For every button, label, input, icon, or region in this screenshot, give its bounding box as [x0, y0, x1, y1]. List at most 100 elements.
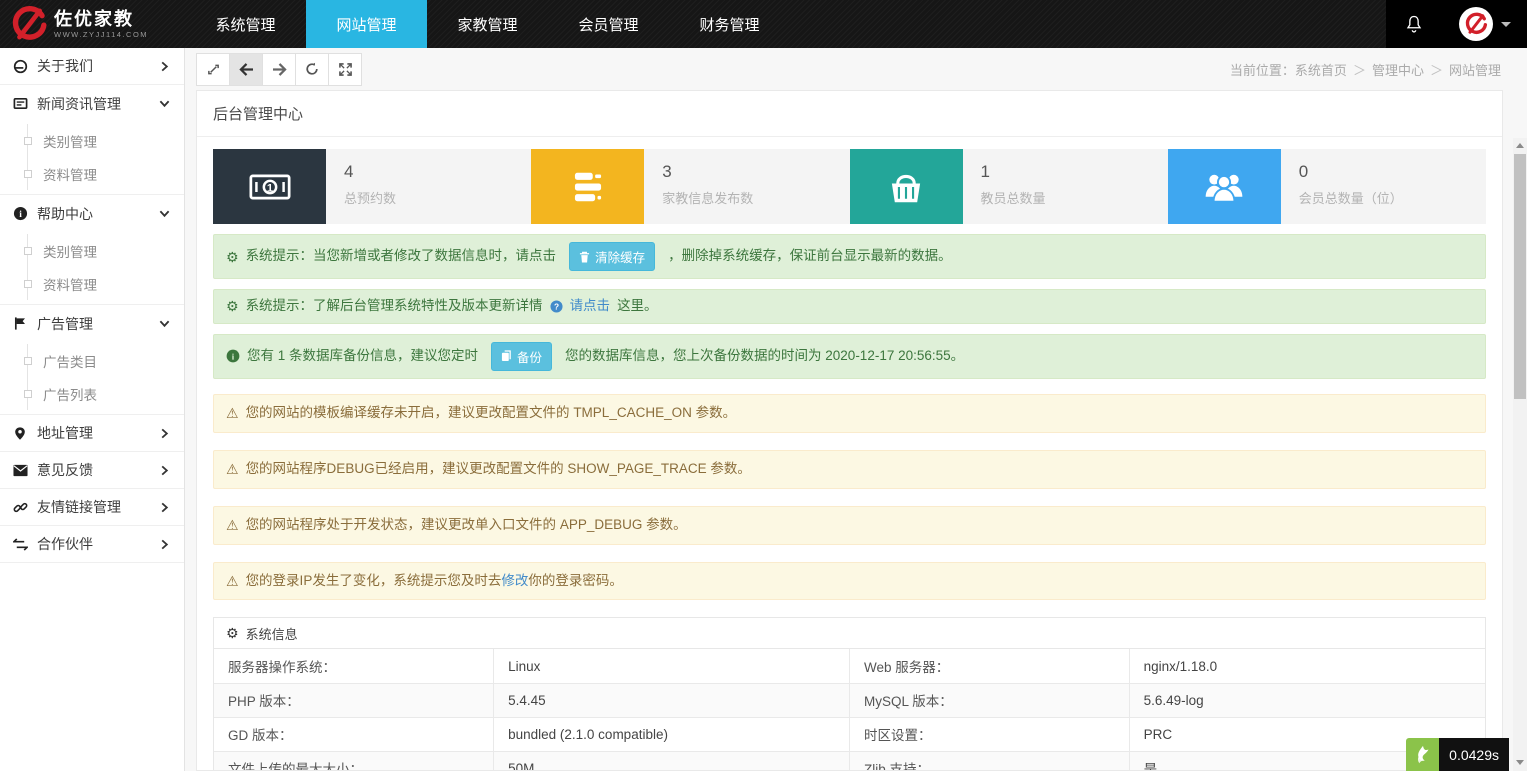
gear-icon: ⚙: [226, 250, 239, 264]
alert-text: 系统提示：当您新增或者修改了数据信息时，请点击: [246, 247, 557, 266]
gear-icon: ⚙: [226, 299, 239, 313]
nav-tab-finance[interactable]: 财务管理: [669, 0, 790, 48]
stat-cards: 1 4 总预约数 3 家教信息发布数: [213, 149, 1486, 224]
info-value: 50M: [494, 751, 850, 771]
forward-icon: [272, 63, 287, 76]
alert-text: 您的网站的模板编译缓存未开启，建议更改配置文件的 TMPL_CACHE_ON 参…: [246, 404, 737, 423]
sidebar-subitem-news-category[interactable]: 类别管理: [0, 124, 184, 157]
notifications-button[interactable]: [1386, 0, 1442, 48]
alert-text: 系统提示：了解后台管理系统特性及版本更新详情: [246, 297, 543, 316]
tab-toolbar: 当前位置：系统首页＞管理中心＞网站管理: [185, 48, 1527, 90]
breadcrumb-admin-center[interactable]: 管理中心: [1372, 63, 1424, 78]
chevron-right-icon: [159, 539, 170, 550]
svg-text:1: 1: [266, 182, 272, 194]
brand-name: 佐优家教: [54, 10, 148, 29]
alert-text: 您有 1 条数据库备份信息，建议您定时: [247, 347, 478, 366]
sidebar-item-partners[interactable]: 合作伙伴: [0, 526, 184, 563]
sidebar-item-help[interactable]: i 帮助中心: [0, 195, 184, 232]
nav-tab-tutoring[interactable]: 家教管理: [427, 0, 548, 48]
resize-button[interactable]: [196, 53, 230, 86]
info-label: GD 版本：: [214, 717, 494, 751]
info-value: 5.6.49-log: [1129, 683, 1485, 717]
alert-clear-cache: ⚙ 系统提示：当您新增或者修改了数据信息时，请点击 清除缓存 ，删除掉系统缓存，…: [213, 234, 1486, 279]
bell-icon: [1404, 14, 1424, 34]
fullscreen-button[interactable]: [328, 53, 362, 86]
stat-card-teachers[interactable]: 1 教员总数量: [850, 149, 1168, 224]
warning-icon: ⚠: [226, 462, 239, 476]
nav-tab-system[interactable]: 系统管理: [185, 0, 306, 48]
stack-icon: [531, 149, 644, 224]
gear-icon: ⚙: [226, 626, 239, 640]
sidebar-subitem-ads-list[interactable]: 广告列表: [0, 377, 184, 410]
trash-icon: [579, 251, 590, 263]
scroll-up-arrow[interactable]: [1513, 138, 1527, 152]
brand-logo-icon: [10, 5, 48, 43]
info-label: PHP 版本：: [214, 683, 494, 717]
warning-icon: ⚠: [226, 574, 239, 588]
dashboard-panel: 后台管理中心 1 4 总预约数: [196, 90, 1503, 771]
sidebar-item-label: 关于我们: [37, 56, 93, 76]
sidebar-item-feedback[interactable]: 意见反馈: [0, 452, 184, 489]
content-area: 当前位置：系统首页＞管理中心＞网站管理 后台管理中心 1 4 总预约数: [185, 48, 1527, 771]
chevron-right-icon: [159, 502, 170, 513]
sidebar-submenu-news: 类别管理 资料管理: [0, 122, 184, 195]
sidebar-subitem-help-material[interactable]: 资料管理: [0, 267, 184, 300]
page-title: 后台管理中心: [197, 91, 1502, 137]
stat-card-tutor-posts[interactable]: 3 家教信息发布数: [531, 149, 849, 224]
breadcrumb-home[interactable]: 系统首页: [1295, 63, 1347, 78]
trace-badge[interactable]: 0.0429s: [1406, 738, 1509, 771]
alert-text: ，删除掉系统缓存，保证前台显示最新的数据。: [668, 247, 952, 266]
sidebar-item-about[interactable]: 关于我们: [0, 48, 184, 85]
alert-text: 您的登录IP发生了变化，系统提示您及时去: [246, 573, 502, 588]
backup-button[interactable]: 备份: [491, 342, 552, 371]
map-pin-icon: [13, 426, 37, 441]
chevron-down-icon: [159, 318, 170, 329]
info-value: nginx/1.18.0: [1129, 649, 1485, 683]
sidebar-item-label: 帮助中心: [37, 204, 93, 224]
sidebar-item-news[interactable]: 新闻资讯管理: [0, 85, 184, 122]
table-row: GD 版本： bundled (2.1.0 compatible) 时区设置： …: [214, 717, 1485, 751]
users-icon: [1168, 149, 1281, 224]
forward-button[interactable]: [262, 53, 296, 86]
sidebar-item-label: 友情链接管理: [37, 497, 121, 517]
chevron-right-icon: [159, 465, 170, 476]
scrollbar-thumb[interactable]: [1514, 154, 1526, 399]
backup-icon: [501, 350, 512, 362]
info-label: MySQL 版本：: [849, 683, 1129, 717]
alert-text: 这里。: [617, 297, 658, 316]
stat-value: 3: [662, 162, 849, 182]
back-button[interactable]: [229, 53, 263, 86]
banknote-icon: 1: [213, 149, 326, 224]
sidebar-subitem-help-category[interactable]: 类别管理: [0, 234, 184, 267]
please-click-link[interactable]: 请点击: [570, 297, 611, 316]
vertical-scrollbar[interactable]: [1513, 138, 1527, 771]
sidebar-item-links[interactable]: 友情链接管理: [0, 489, 184, 526]
back-icon: [239, 63, 254, 76]
link-icon: [13, 500, 37, 515]
sidebar-submenu-help: 类别管理 资料管理: [0, 232, 184, 305]
info-value: Linux: [494, 649, 850, 683]
clear-cache-button[interactable]: 清除缓存: [569, 242, 655, 271]
info-label: Web 服务器：: [849, 649, 1129, 683]
alert-text: 您的数据库信息，您上次备份数据的时间为 2020-12-17 20:56:55。: [565, 347, 964, 366]
modify-password-link[interactable]: 修改: [501, 573, 528, 588]
system-info-title: 系统信息: [246, 624, 298, 643]
brand[interactable]: 佐优家教 WWW.ZYJJ114.COM: [0, 0, 185, 48]
refresh-button[interactable]: [295, 53, 329, 86]
sidebar-subitem-ads-category[interactable]: 广告类目: [0, 344, 184, 377]
user-menu[interactable]: [1442, 0, 1527, 48]
stat-label: 总预约数: [344, 188, 531, 207]
sidebar-item-address[interactable]: 地址管理: [0, 415, 184, 452]
system-info-table: 服务器操作系统： Linux Web 服务器： nginx/1.18.0 PHP…: [214, 649, 1485, 771]
sidebar-item-ads[interactable]: 广告管理: [0, 305, 184, 342]
sidebar-subitem-news-material[interactable]: 资料管理: [0, 157, 184, 190]
stat-card-appointments[interactable]: 1 4 总预约数: [213, 149, 531, 224]
scroll-down-arrow[interactable]: [1513, 755, 1527, 769]
resize-icon: [207, 63, 220, 76]
sidebar-item-label: 新闻资讯管理: [37, 94, 121, 114]
stat-card-members[interactable]: 0 会员总数量（位）: [1168, 149, 1486, 224]
info-circle-icon: i: [13, 206, 37, 221]
alert-login-ip: ⚠ 您的登录IP发生了变化，系统提示您及时去修改你的登录密码。: [213, 562, 1486, 601]
nav-tab-website[interactable]: 网站管理: [306, 0, 427, 48]
nav-tab-member[interactable]: 会员管理: [548, 0, 669, 48]
